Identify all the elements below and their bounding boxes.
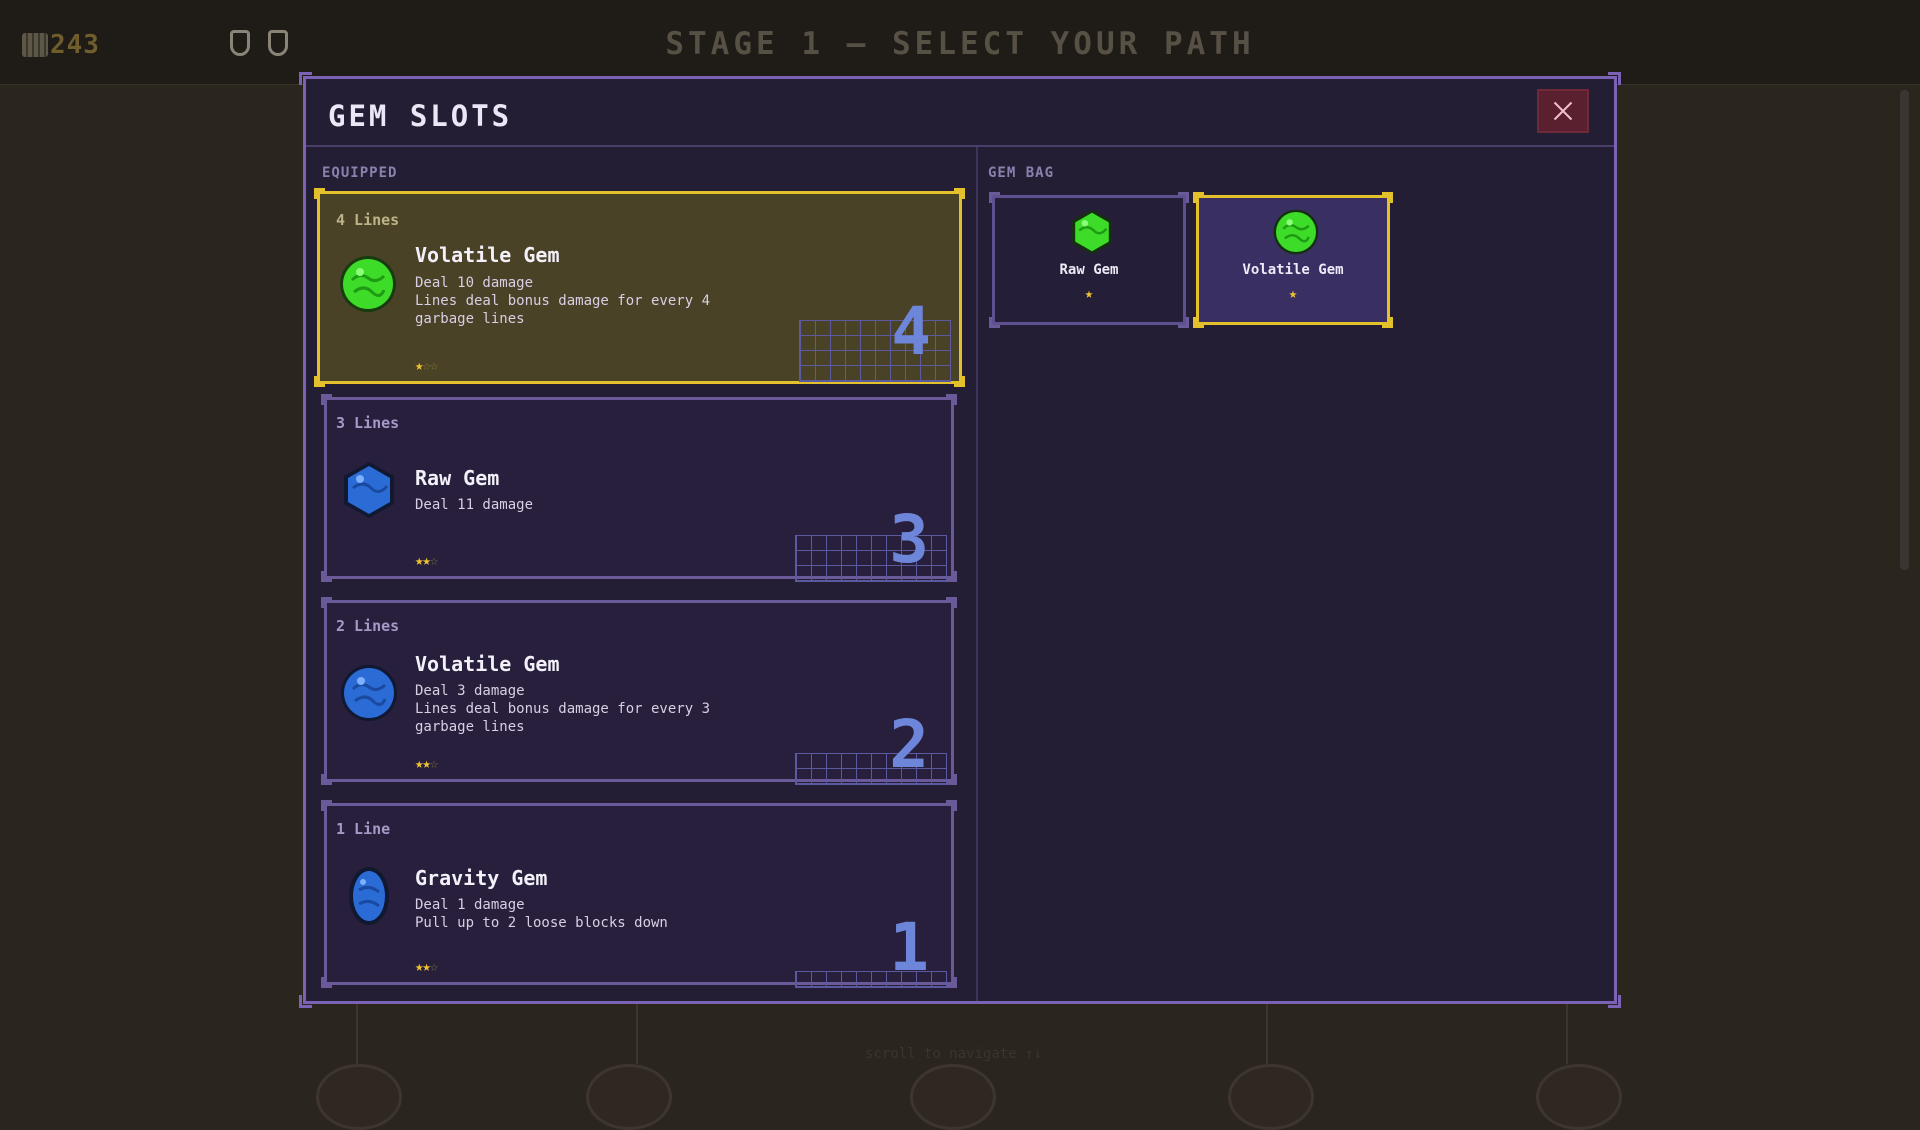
frame-corner [299,995,312,1008]
map-path-line [1566,1004,1568,1064]
bag-item-raw-gem[interactable]: Raw Gem ★ [989,192,1189,328]
map-node[interactable] [1228,1064,1314,1130]
map-path-line [636,1004,638,1064]
gem-slot-4-lines[interactable]: 4 Lines Volatile Gem Deal 10 damage Line… [314,188,965,387]
frame-corner [1608,995,1621,1008]
volatile-gem-green-icon [1273,209,1319,255]
gem-slot-2-lines[interactable]: 2 Lines Volatile Gem Deal 3 damage Lines… [321,597,957,785]
volatile-gem-green-icon [340,256,396,312]
bag-item-stars: ★ [1288,286,1298,302]
bag-item-name: Raw Gem [1059,262,1119,278]
volatile-gem-blue-icon [341,665,397,721]
gem-description: Deal 10 damage Lines deal bonus damage f… [415,274,735,328]
gem-damage-text: Deal 10 damage [415,275,534,291]
gem-star-rating: ★★☆ [415,756,438,772]
gem-bag-label: GEM BAG [988,165,1055,181]
stage-title: STAGE 1 — SELECT YOUR PATH [665,26,1255,62]
map-node[interactable] [910,1064,996,1130]
gem-damage-text: Deal 11 damage [415,497,534,513]
gem-damage-text: Deal 3 damage [415,683,525,699]
slot-lines-label: 2 Lines [336,617,400,635]
raw-gem-blue-icon [344,462,394,518]
slot-lines-label: 3 Lines [336,414,400,432]
gem-slots-modal: GEM SLOTS EQUIPPED GEM BAG 4 Lines Volat… [299,72,1621,1008]
map-path-line [356,1004,358,1064]
gem-damage-text: Deal 1 damage [415,897,525,913]
modal-header: GEM SLOTS [306,79,1614,147]
slot-line-number: 2 [889,706,929,783]
gem-effect-text: Lines deal bonus damage for every 4 garb… [415,293,711,327]
gem-slot-3-lines[interactable]: 3 Lines Raw Gem Deal 11 damage ★★☆ 3 [321,394,957,582]
gravity-gem-blue-icon [349,867,389,925]
column-divider [976,147,978,1001]
slot-line-number: 4 [891,293,931,370]
slot-lines-label: 1 Line [336,820,391,838]
gem-name: Gravity Gem [415,866,548,890]
gem-description: Deal 3 damage Lines deal bonus damage fo… [415,682,735,736]
gem-star-rating: ★★☆ [415,959,438,975]
gem-star-rating: ★☆☆ [415,358,438,374]
close-button[interactable] [1537,89,1589,133]
map-path-line [1266,1004,1268,1064]
gem-description: Deal 11 damage [415,496,735,514]
gem-name: Volatile Gem [415,652,560,676]
slot-line-number: 1 [889,909,929,986]
gem-effect-text: Pull up to 2 loose blocks down [415,915,668,931]
gem-star-rating: ★★☆ [415,553,438,569]
gem-effect-text: Lines deal bonus damage for every 3 garb… [415,701,711,735]
map-node[interactable] [1536,1064,1622,1130]
gem-name: Volatile Gem [415,243,560,267]
gem-description: Deal 1 damage Pull up to 2 loose blocks … [415,896,735,932]
bag-item-volatile-gem[interactable]: Volatile Gem ★ [1193,192,1393,328]
page-scrollbar[interactable] [1900,90,1909,570]
bag-item-name: Volatile Gem [1242,262,1344,278]
slot-lines-label: 4 Lines [336,211,400,229]
map-node[interactable] [586,1064,672,1130]
modal-title: GEM SLOTS [328,99,513,133]
map-node[interactable] [316,1064,402,1130]
slot-line-number: 3 [889,501,929,578]
gem-name: Raw Gem [415,466,500,490]
scroll-hint: scroll to navigate ↑↓ [865,1046,1043,1062]
bag-item-stars: ★ [1084,286,1094,302]
equipped-label: EQUIPPED [322,165,398,181]
top-hud-bar: 243 STAGE 1 — SELECT YOUR PATH [0,0,1920,85]
raw-gem-green-icon [1072,209,1112,255]
gem-slot-1-line[interactable]: 1 Line Gravity Gem Deal 1 damage Pull up… [321,800,957,988]
